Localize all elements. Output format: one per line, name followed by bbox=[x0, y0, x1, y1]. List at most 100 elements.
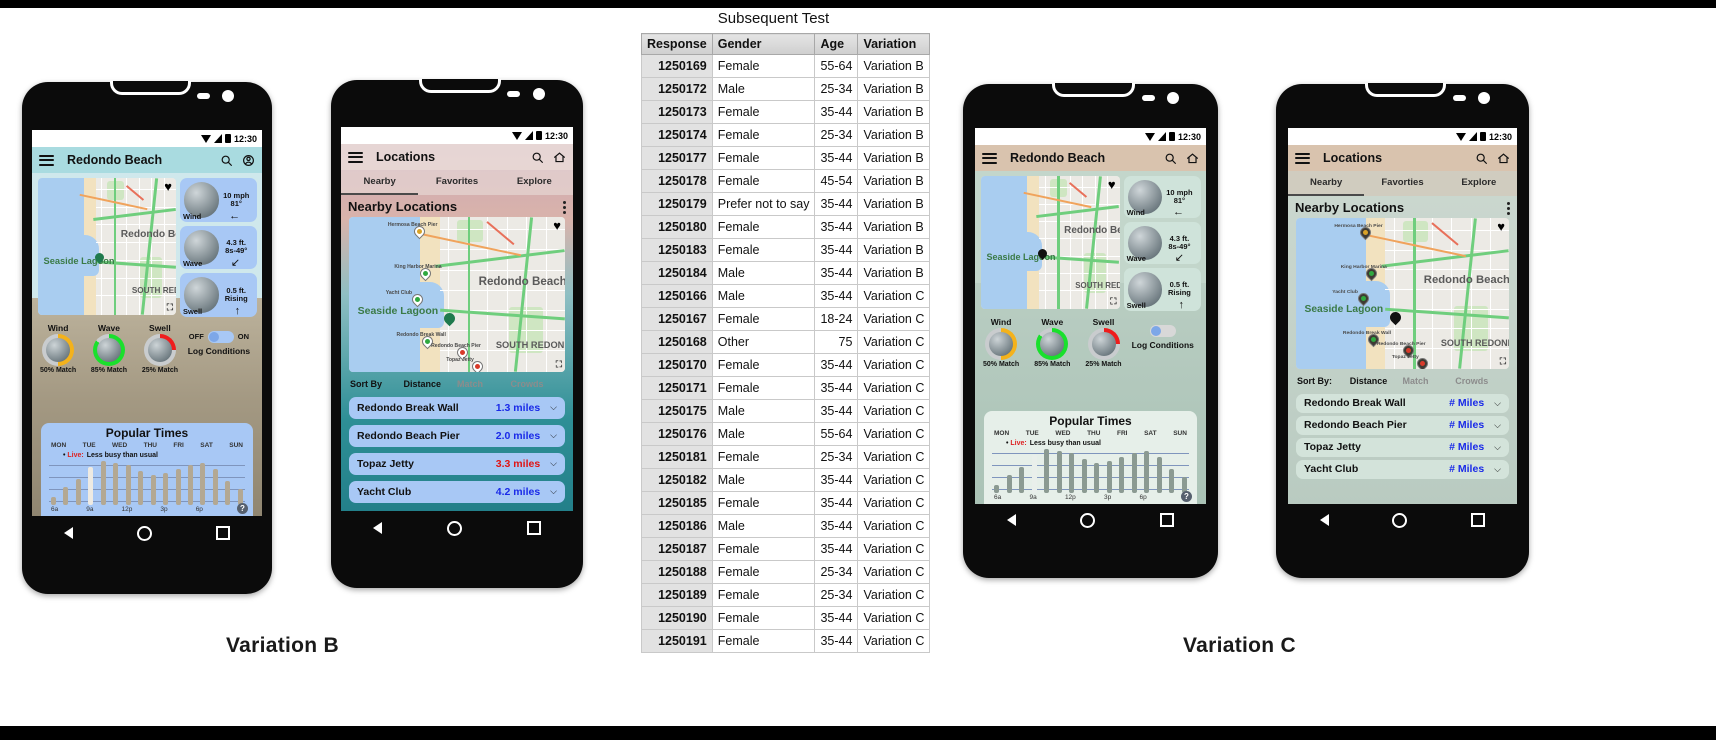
home-icon[interactable] bbox=[1186, 152, 1199, 165]
location-row[interactable]: Redondo Break Wall # Miles ⌵ bbox=[1296, 393, 1509, 413]
card-label: Wind bbox=[182, 211, 202, 221]
nav-recents-icon[interactable] bbox=[526, 521, 541, 535]
sort-option-distance[interactable]: Distance bbox=[404, 379, 458, 389]
location-row[interactable]: Yacht Club 4.2 miles ⌵ bbox=[349, 480, 565, 503]
location-distance: 2.0 miles bbox=[495, 429, 541, 442]
chevron-down-icon[interactable]: ⌵ bbox=[1494, 464, 1501, 475]
heart-icon[interactable]: ♥ bbox=[1108, 178, 1116, 191]
hamburger-menu-icon[interactable] bbox=[348, 151, 363, 163]
heart-icon[interactable]: ♥ bbox=[164, 180, 172, 193]
chart-bar bbox=[1044, 449, 1050, 493]
condition-card-wave[interactable]: 4.3 ft. 8s-49° Wave ↙ bbox=[179, 225, 257, 269]
help-icon[interactable]: ? bbox=[237, 503, 248, 514]
log-conditions-toggle[interactable] bbox=[207, 330, 234, 343]
caption-variation-b: Variation B bbox=[226, 634, 339, 657]
day-label: SUN bbox=[1173, 430, 1187, 437]
nav-recents-icon[interactable] bbox=[216, 526, 230, 540]
chevron-down-icon[interactable]: ⌵ bbox=[550, 486, 557, 497]
camera-dot bbox=[222, 90, 234, 102]
nav-home-icon[interactable] bbox=[446, 520, 462, 536]
gauge-swell[interactable]: Swell 25% Match bbox=[1085, 317, 1121, 368]
location-row[interactable]: Topaz Jetty 3.3 miles ⌵ bbox=[349, 452, 565, 475]
gauge-wind[interactable]: Wind 50% Match bbox=[40, 323, 76, 374]
heart-icon[interactable]: ♥ bbox=[1497, 220, 1505, 233]
condition-card-wind[interactable]: 10 mph 81° Wind ← bbox=[1123, 176, 1201, 219]
more-vertical-icon[interactable] bbox=[563, 201, 566, 214]
gauge-dial-icon bbox=[1040, 331, 1065, 356]
map-view[interactable]: Redondo BeachSeaside LagoonSOUTH REDONDO… bbox=[38, 178, 176, 315]
gauge-wave[interactable]: Wave 85% Match bbox=[1034, 317, 1070, 368]
table-cell-response: 1250191 bbox=[641, 629, 713, 653]
nav-back-icon[interactable] bbox=[373, 522, 383, 534]
tab-nearby[interactable]: Nearby bbox=[1288, 171, 1365, 196]
location-distance: # Miles bbox=[1449, 441, 1485, 454]
table-cell-gender: Female bbox=[711, 353, 816, 377]
location-row[interactable]: Redondo Break Wall 1.3 miles ⌵ bbox=[349, 396, 565, 419]
condition-card-swell[interactable]: 0.5 ft. Rising Swell ↑ bbox=[179, 273, 257, 317]
search-icon[interactable] bbox=[1475, 152, 1488, 165]
chart-bar bbox=[1156, 457, 1162, 493]
account-avatar-icon[interactable] bbox=[242, 154, 255, 167]
gauge-swell[interactable]: Swell 25% Match bbox=[142, 323, 178, 374]
nav-home-icon[interactable] bbox=[1080, 512, 1096, 528]
expand-map-icon[interactable]: ⛶ bbox=[556, 359, 562, 370]
map-view[interactable]: Redondo BeachSeaside LagoonSOUTH REDONDO… bbox=[981, 176, 1120, 309]
nav-home-icon[interactable] bbox=[137, 525, 152, 541]
location-row[interactable]: Yacht Club # Miles ⌵ bbox=[1296, 459, 1509, 479]
table-cell-variation: Variation C bbox=[857, 284, 931, 308]
table-col-variation: Variation bbox=[857, 33, 931, 55]
nav-recents-icon[interactable] bbox=[1159, 513, 1174, 527]
home-icon[interactable] bbox=[553, 151, 566, 164]
hamburger-menu-icon[interactable] bbox=[1295, 152, 1310, 164]
sort-option-match[interactable]: Match bbox=[457, 379, 511, 389]
nav-home-icon[interactable] bbox=[1392, 512, 1408, 528]
sort-option-distance[interactable]: Distance bbox=[1350, 376, 1403, 386]
sort-option-crowds[interactable]: Crowds bbox=[511, 379, 565, 389]
heart-icon[interactable]: ♥ bbox=[553, 219, 561, 232]
sort-option-crowds[interactable]: Crowds bbox=[1455, 376, 1508, 386]
phone-b-loc: 12:30 Locations Nearby Favorites Explore Near… bbox=[331, 79, 583, 588]
search-icon[interactable] bbox=[220, 154, 233, 167]
chevron-down-icon[interactable]: ⌵ bbox=[1494, 420, 1501, 431]
log-conditions-toggle[interactable] bbox=[1149, 324, 1176, 337]
tab-nearby[interactable]: Nearby bbox=[341, 170, 419, 195]
expand-map-icon[interactable]: ⛶ bbox=[167, 302, 173, 313]
tab-explore[interactable]: Explore bbox=[1441, 171, 1517, 196]
tab-favorites[interactable]: Favorites bbox=[418, 170, 495, 195]
expand-map-icon[interactable]: ⛶ bbox=[1110, 296, 1116, 307]
map-view[interactable]: Redondo BeachSeaside LagoonSOUTH REDONDO… bbox=[349, 217, 565, 372]
location-row[interactable]: Redondo Beach Pier # Miles ⌵ bbox=[1296, 415, 1509, 435]
gauge-wave[interactable]: Wave 85% Match bbox=[91, 323, 127, 374]
search-icon[interactable] bbox=[531, 151, 544, 164]
expand-map-icon[interactable]: ⛶ bbox=[1500, 356, 1506, 367]
hamburger-menu-icon[interactable] bbox=[39, 154, 54, 166]
table-cell-gender: Female bbox=[711, 583, 816, 607]
sort-option-match[interactable]: Match bbox=[1403, 376, 1456, 386]
card-label: Swell bbox=[182, 306, 203, 316]
home-icon[interactable] bbox=[1497, 152, 1510, 165]
map-view[interactable]: Redondo BeachSeaside LagoonSOUTH REDONDO… bbox=[1296, 218, 1509, 369]
chevron-down-icon[interactable]: ⌵ bbox=[550, 402, 557, 413]
chevron-down-icon[interactable]: ⌵ bbox=[1494, 398, 1501, 409]
chevron-down-icon[interactable]: ⌵ bbox=[550, 458, 557, 469]
chevron-down-icon[interactable]: ⌵ bbox=[1494, 442, 1501, 453]
nav-back-icon[interactable] bbox=[64, 527, 73, 539]
location-row[interactable]: Redondo Beach Pier 2.0 miles ⌵ bbox=[349, 424, 565, 447]
tab-favorties[interactable]: Favorties bbox=[1364, 171, 1440, 196]
help-icon[interactable]: ? bbox=[1181, 491, 1192, 502]
tab-explore[interactable]: Explore bbox=[496, 170, 573, 195]
search-icon[interactable] bbox=[1164, 152, 1177, 165]
more-vertical-icon[interactable] bbox=[1507, 202, 1510, 215]
nav-recents-icon[interactable] bbox=[1471, 513, 1486, 527]
nav-back-icon[interactable] bbox=[1007, 514, 1017, 526]
status-time: 12:30 bbox=[544, 130, 568, 141]
condition-card-wave[interactable]: 4.3 ft. 8s-49° Wave ↙ bbox=[1123, 222, 1201, 265]
gauge-wind[interactable]: Wind 50% Match bbox=[983, 317, 1019, 368]
condition-card-swell[interactable]: 0.5 ft. Rising Swell ↑ bbox=[1123, 268, 1201, 311]
nav-back-icon[interactable] bbox=[1319, 514, 1329, 526]
location-row[interactable]: Topaz Jetty # Miles ⌵ bbox=[1296, 437, 1509, 457]
hamburger-menu-icon[interactable] bbox=[982, 152, 997, 164]
condition-card-wind[interactable]: 10 mph 81° Wind ← bbox=[179, 178, 257, 222]
chevron-down-icon[interactable]: ⌵ bbox=[550, 430, 557, 441]
table-cell-response: 1250169 bbox=[641, 54, 713, 78]
